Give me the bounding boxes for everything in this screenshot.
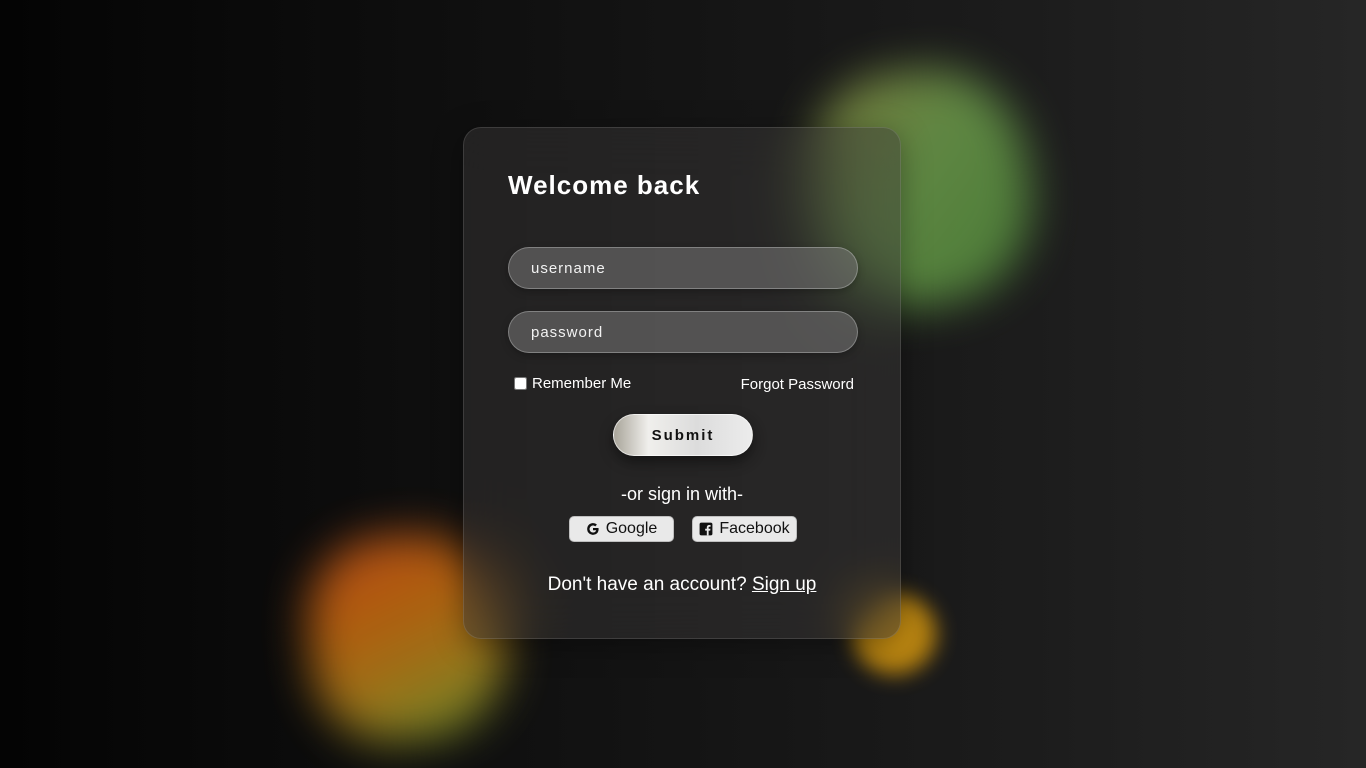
submit-button[interactable]: Submit bbox=[613, 414, 753, 456]
facebook-label: Facebook bbox=[719, 520, 790, 537]
signup-prompt: Don't have an account? bbox=[547, 574, 747, 595]
google-signin-button[interactable]: Google bbox=[569, 516, 674, 542]
google-label: Google bbox=[605, 520, 658, 537]
facebook-signin-button[interactable]: Facebook bbox=[692, 516, 797, 542]
username-input[interactable] bbox=[508, 247, 858, 289]
forgot-password-link[interactable]: Forgot Password bbox=[741, 376, 854, 393]
remember-me-checkbox[interactable] bbox=[514, 377, 527, 390]
social-signin-divider: -or sign in with- bbox=[620, 484, 744, 504]
facebook-icon bbox=[699, 522, 713, 536]
signup-link[interactable]: Sign up bbox=[752, 574, 816, 595]
remember-me-label: Remember Me bbox=[532, 375, 632, 392]
remember-me[interactable]: Remember Me bbox=[514, 375, 631, 392]
password-input[interactable] bbox=[508, 311, 858, 353]
signup-row: Don't have an account? Sign up bbox=[464, 574, 900, 596]
login-options-row: Remember Me Forgot Password bbox=[514, 375, 854, 395]
google-icon bbox=[586, 522, 600, 536]
page-title: Welcome back bbox=[508, 170, 701, 200]
login-card: Welcome back Remember Me Forgot Password… bbox=[463, 127, 901, 639]
